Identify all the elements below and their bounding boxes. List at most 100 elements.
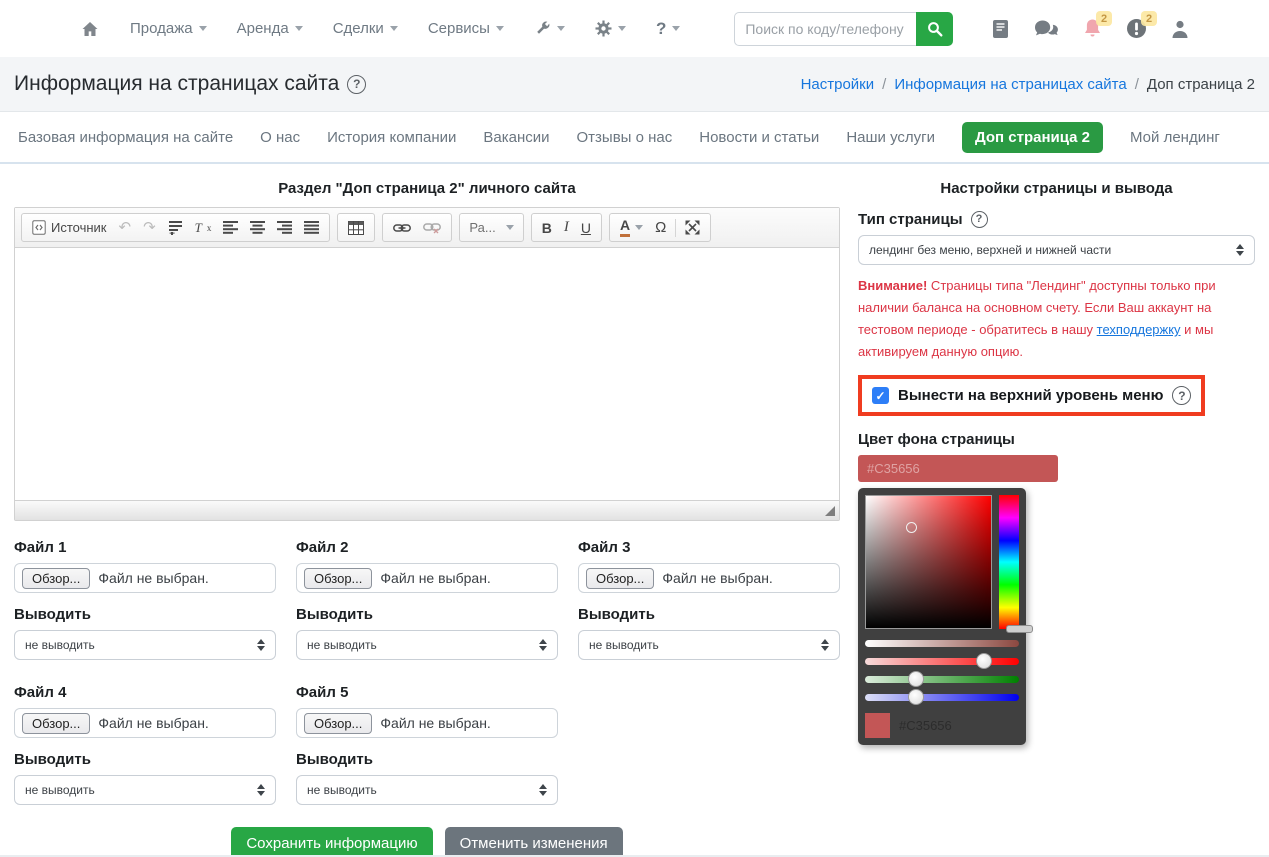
journal-button[interactable] [992, 19, 1009, 39]
paragraph-format-combo[interactable]: Ра... [459, 213, 523, 242]
tab-vacancies[interactable]: Вакансии [483, 129, 549, 146]
wrench-icon [534, 20, 551, 37]
green-slider[interactable] [865, 676, 1019, 683]
file-input-2[interactable]: Обзор... Файл не выбран. [296, 563, 558, 593]
cancel-button[interactable]: Отменить изменения [445, 827, 623, 857]
help-icon[interactable]: ? [347, 75, 366, 94]
tab-news[interactable]: Новости и статьи [699, 129, 819, 146]
paste-text-icon[interactable] [163, 218, 188, 237]
tab-about[interactable]: О нас [260, 129, 300, 146]
support-link[interactable]: техподдержку [1097, 322, 1181, 337]
bold-button[interactable]: B [537, 218, 557, 238]
table-icon[interactable] [343, 219, 369, 237]
nav-menu-tools[interactable] [534, 20, 565, 37]
align-left-icon[interactable] [218, 219, 243, 236]
top-menu-checkbox[interactable]: ✓ [872, 387, 889, 404]
help-icon[interactable]: ? [971, 211, 988, 228]
text-color-button[interactable]: A [615, 216, 648, 238]
browse-button[interactable]: Обзор... [586, 568, 654, 589]
tab-history[interactable]: История компании [327, 129, 456, 146]
special-char-button[interactable]: Ω [650, 217, 671, 238]
top-menu-checkbox-label: Вынести на верхний уровень меню [898, 387, 1163, 404]
source-button[interactable]: Источник [27, 218, 112, 237]
search-button[interactable] [916, 12, 953, 46]
align-center-icon[interactable] [245, 219, 270, 236]
profile-button[interactable] [1171, 19, 1189, 39]
save-button[interactable]: Сохранить информацию [231, 827, 432, 857]
search-input[interactable] [734, 12, 916, 46]
hue-slider-handle[interactable] [1006, 625, 1033, 633]
browse-button[interactable]: Обзор... [304, 713, 372, 734]
nav-menu-deals[interactable]: Сделки [333, 20, 398, 37]
nav-menu-help[interactable]: ? [656, 19, 680, 39]
alerts-button[interactable]: 2 [1126, 18, 1147, 39]
nav-menu-services[interactable]: Сервисы [428, 20, 504, 37]
file-input-4[interactable]: Обзор... Файл не выбран. [14, 708, 276, 738]
tab-reviews[interactable]: Отзывы о нас [577, 129, 673, 146]
content: Раздел "Доп страница 2" личного сайта Ис… [0, 164, 1269, 857]
chevron-down-icon [390, 26, 398, 31]
resize-handle[interactable] [825, 506, 835, 516]
output-select-5[interactable]: не выводить [296, 775, 558, 805]
output-select-2[interactable]: не выводить [296, 630, 558, 660]
browse-button[interactable]: Обзор... [22, 713, 90, 734]
breadcrumb-link-settings[interactable]: Настройки [801, 76, 875, 93]
output-label: Выводить [14, 751, 276, 768]
remove-format-icon[interactable]: Tx [190, 218, 217, 238]
editor-text-area[interactable] [15, 248, 839, 500]
unlink-icon[interactable] [418, 220, 446, 236]
chevron-down-icon [618, 26, 626, 31]
output-select-1[interactable]: не выводить [14, 630, 276, 660]
no-file-text: Файл не выбран. [98, 570, 208, 586]
nav-menu-rent[interactable]: Аренда [237, 20, 303, 37]
files-grid: Файл 1 Обзор... Файл не выбран. Выводить… [14, 539, 840, 805]
bg-color-input[interactable]: #C35656 [858, 455, 1058, 482]
chevron-down-icon [557, 26, 565, 31]
maximize-icon[interactable] [680, 218, 705, 237]
select-arrows-icon [257, 639, 265, 651]
select-arrows-icon [257, 784, 265, 796]
red-slider-handle[interactable] [976, 653, 992, 669]
underline-button[interactable]: U [576, 218, 596, 238]
file-input-5[interactable]: Обзор... Файл не выбран. [296, 708, 558, 738]
notifications-button[interactable]: 2 [1083, 18, 1102, 39]
output-select-value: не выводить [307, 783, 377, 797]
shade-slider[interactable] [865, 640, 1019, 647]
blue-slider-handle[interactable] [908, 689, 924, 705]
hue-strip[interactable] [999, 495, 1019, 629]
home-button[interactable] [80, 19, 100, 39]
messages-button[interactable] [1033, 19, 1059, 39]
align-justify-icon[interactable] [299, 219, 324, 236]
tab-our-services[interactable]: Наши услуги [846, 129, 935, 146]
file-input-1[interactable]: Обзор... Файл не выбран. [14, 563, 276, 593]
nav-menu-sales[interactable]: Продажа [130, 20, 207, 37]
redo-icon[interactable]: ↷ [138, 218, 161, 237]
file-input-3[interactable]: Обзор... Файл не выбран. [578, 563, 840, 593]
saturation-value-area[interactable] [865, 495, 992, 629]
editor-toolbar: Источник ↶ ↷ Tx [15, 208, 839, 248]
source-icon [32, 220, 46, 235]
output-select-4[interactable]: не выводить [14, 775, 276, 805]
browse-button[interactable]: Обзор... [304, 568, 372, 589]
sv-cursor[interactable] [906, 522, 917, 533]
undo-icon[interactable]: ↶ [114, 218, 137, 237]
tab-base-info[interactable]: Базовая информация на сайте [18, 129, 233, 146]
red-slider[interactable] [865, 658, 1019, 665]
blue-slider[interactable] [865, 694, 1019, 701]
tab-extra-page-2[interactable]: Доп страница 2 [962, 122, 1103, 153]
browse-button[interactable]: Обзор... [22, 568, 90, 589]
align-right-icon[interactable] [272, 219, 297, 236]
breadcrumb-separator: / [1135, 76, 1139, 93]
italic-button[interactable]: I [559, 217, 574, 238]
title-bar: Информация на страницах сайта ? Настройк… [0, 57, 1269, 112]
page-type-select[interactable]: лендинг без меню, верхней и нижней части [858, 235, 1255, 265]
help-icon[interactable]: ? [1172, 386, 1191, 405]
green-slider-handle[interactable] [908, 671, 924, 687]
breadcrumb-link-site-pages[interactable]: Информация на страницах сайта [894, 76, 1126, 93]
page-type-label: Тип страницы [858, 211, 963, 228]
nav-menu-settings[interactable] [595, 20, 626, 37]
tab-my-landing[interactable]: Мой лендинг [1130, 129, 1220, 146]
toolbar-group-links [382, 213, 452, 242]
output-select-3[interactable]: не выводить [578, 630, 840, 660]
link-icon[interactable] [388, 221, 416, 235]
